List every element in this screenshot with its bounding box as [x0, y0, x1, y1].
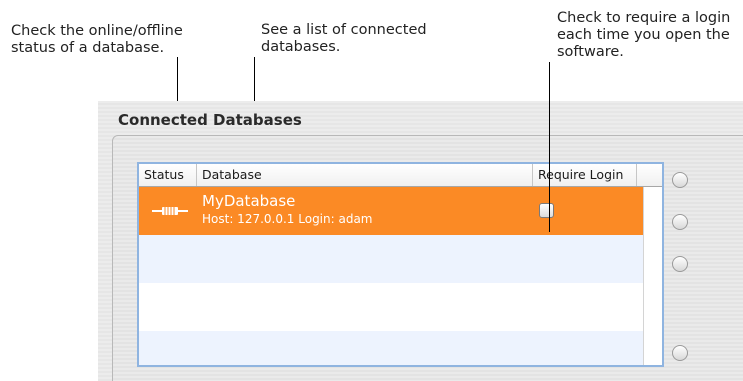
- table-row[interactable]: MyDatabase Host: 127.0.0.1 Login: adam: [139, 187, 643, 235]
- empty-row: [139, 235, 643, 283]
- database-list-callout: See a list of connected databases.: [261, 22, 427, 55]
- database-table[interactable]: Status Database Require Login MyDatabase…: [137, 162, 664, 367]
- database-host-login: Host: 127.0.0.1 Login: adam: [202, 212, 373, 226]
- require-login-checkbox[interactable]: [539, 203, 554, 218]
- status-callout: Check the online/offline status of a dat…: [11, 23, 183, 56]
- require-login-leader-line: [549, 62, 550, 232]
- table-header: Status Database Require Login: [139, 164, 662, 187]
- screenshot-stage: Check the online/offline status of a dat…: [0, 0, 743, 381]
- table-scrollbar[interactable]: [643, 187, 662, 365]
- plug-connected-icon: [152, 207, 188, 215]
- empty-row: [139, 331, 643, 365]
- require-login-callout: Check to require a login each time you o…: [557, 10, 731, 60]
- side-button[interactable]: [672, 345, 688, 361]
- column-header-status[interactable]: Status: [139, 164, 197, 186]
- side-button[interactable]: [672, 256, 688, 272]
- side-button[interactable]: [672, 214, 688, 230]
- empty-row: [139, 283, 643, 331]
- database-name: MyDatabase: [202, 192, 296, 210]
- side-button[interactable]: [672, 172, 688, 188]
- panel-title: Connected Databases: [118, 111, 302, 129]
- column-header-database[interactable]: Database: [197, 164, 533, 186]
- table-rows: MyDatabase Host: 127.0.0.1 Login: adam: [139, 187, 643, 365]
